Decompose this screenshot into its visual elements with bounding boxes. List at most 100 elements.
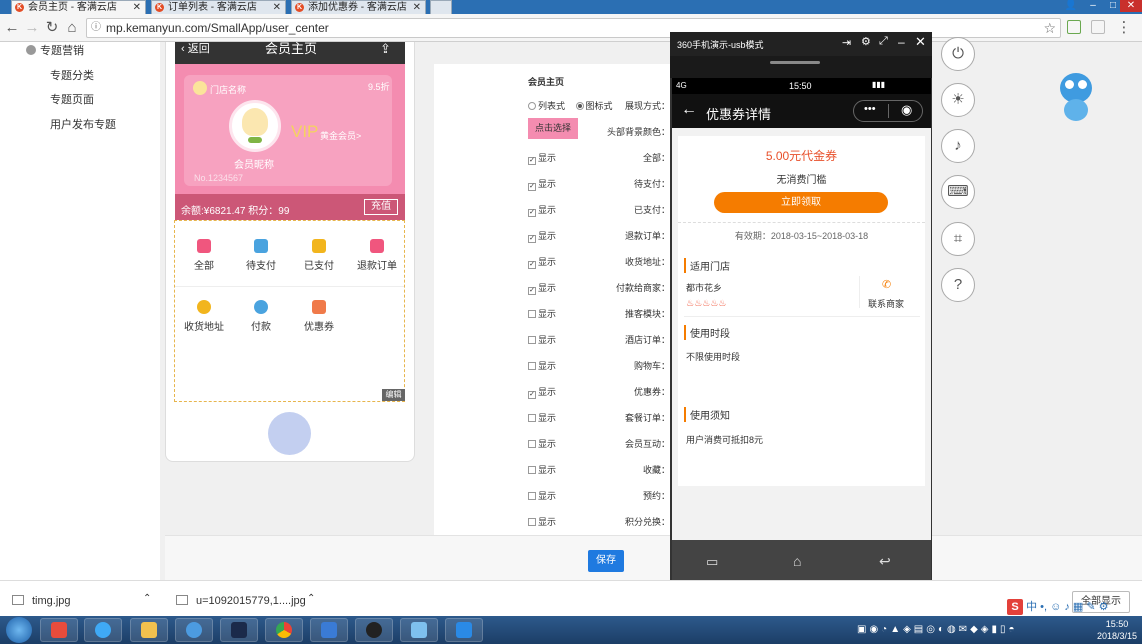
taskbar-app[interactable] <box>40 618 78 642</box>
checkbox[interactable] <box>528 336 536 344</box>
taskbar-app[interactable] <box>355 618 393 642</box>
show-checkbox[interactable]: 显示 <box>528 359 556 372</box>
more-dots-icon[interactable]: ••• <box>864 103 876 115</box>
keyboard-icon[interactable]: ⌨ <box>941 175 975 209</box>
show-checkbox[interactable]: ✓ 显示 <box>528 281 556 295</box>
window-close-icon[interactable]: ✕ <box>1120 0 1142 12</box>
show-checkbox[interactable]: 显示 <box>528 463 556 476</box>
sidebar-section-marketing[interactable]: 专题营销 <box>26 42 84 58</box>
grid-item-pending[interactable]: 待支付 <box>233 239 289 272</box>
edit-button[interactable]: 编辑 <box>382 389 405 401</box>
close-icon[interactable]: ✕ <box>273 1 281 14</box>
show-checkbox[interactable]: ✓ 显示 <box>528 151 556 165</box>
checkbox[interactable]: ✓ <box>528 157 536 165</box>
show-checkbox[interactable]: 显示 <box>528 437 556 450</box>
color-picker-button[interactable]: 点击选择 <box>528 118 578 139</box>
grid-item-pay[interactable]: 付款 <box>233 300 289 333</box>
taskbar-app[interactable] <box>400 618 438 642</box>
taskbar-app[interactable] <box>175 618 213 642</box>
back-icon[interactable]: ← <box>4 19 20 37</box>
save-button[interactable]: 保存 <box>588 550 624 572</box>
tab-member-home[interactable]: K 会员主页 - 客满云店 ✕ <box>11 0 146 14</box>
checkbox[interactable]: ✓ <box>528 391 536 399</box>
checkbox[interactable] <box>528 466 536 474</box>
show-checkbox[interactable]: 显示 <box>528 333 556 346</box>
recent-apps-icon[interactable]: ▭ <box>706 554 718 570</box>
download-item[interactable]: timg.jpg ⌃ <box>12 593 162 609</box>
close-icon[interactable]: ✕ <box>133 1 141 14</box>
close-icon[interactable]: ✕ <box>413 1 421 14</box>
clock[interactable]: 15:50 2018/3/15 <box>1094 618 1140 642</box>
sidebar-item-user-topic[interactable]: 用户发布专题 <box>50 116 116 132</box>
checkbox[interactable]: ✓ <box>528 235 536 243</box>
grid-item-coupon[interactable]: 优惠券 <box>291 300 347 333</box>
extension-icon[interactable] <box>1091 20 1105 34</box>
show-checkbox[interactable]: 显示 <box>528 515 556 528</box>
checkbox[interactable] <box>528 362 536 370</box>
back-arrow-icon[interactable]: ← <box>681 100 697 120</box>
taskbar-ie[interactable] <box>84 618 122 642</box>
forward-icon[interactable]: → <box>24 19 40 37</box>
close-icon[interactable]: ✕ <box>915 34 926 50</box>
start-button[interactable] <box>6 617 32 643</box>
system-tray-icons[interactable]: ▣◉◔▲◈▤◎◐◍✉◆◈▮▯◓ <box>857 624 1018 635</box>
checkbox[interactable]: ✓ <box>528 261 536 269</box>
minimize-icon[interactable]: – <box>1082 0 1104 12</box>
show-checkbox[interactable]: ✓ 显示 <box>528 203 556 217</box>
power-icon[interactable]: ⏻ <box>941 37 975 71</box>
checkbox[interactable] <box>528 310 536 318</box>
taskbar-app[interactable] <box>310 618 348 642</box>
show-checkbox[interactable]: ✓ 显示 <box>528 385 556 399</box>
extension-icon[interactable] <box>1067 20 1081 34</box>
tab-order-list[interactable]: K 订单列表 - 客满云店 ✕ <box>151 0 286 14</box>
user-icon[interactable]: 👤 <box>1060 0 1082 12</box>
claim-button[interactable]: 立即领取 <box>714 192 888 213</box>
radio-icon-mode[interactable]: 图标式 <box>575 101 613 111</box>
screen-cast-icon[interactable]: ⇥ <box>842 36 851 49</box>
bookmark-star-icon[interactable]: ☆ <box>1043 20 1056 37</box>
menu-icon[interactable]: ⋮ <box>1116 19 1132 37</box>
checkbox[interactable]: ✓ <box>528 209 536 217</box>
page-info-icon[interactable]: ⓘ <box>91 22 102 34</box>
brightness-icon[interactable]: ☀ <box>941 83 975 117</box>
tab-add-coupon[interactable]: K 添加优惠券 - 客满云店 ✕ <box>291 0 426 14</box>
ime-toolbar[interactable]: S 中 •, ☺ ♪ ▦ ✎ ⚙ <box>1007 598 1133 616</box>
show-checkbox[interactable]: ✓ 显示 <box>528 255 556 269</box>
checkbox[interactable] <box>528 492 536 500</box>
help-icon[interactable]: ? <box>941 268 975 302</box>
back-icon[interactable]: ↩ <box>879 553 891 570</box>
grid-item-all[interactable]: 全部 <box>176 239 232 272</box>
taskbar-explorer[interactable] <box>130 618 168 642</box>
show-checkbox[interactable]: 显示 <box>528 411 556 424</box>
vip-level-link[interactable]: 黄金会员> <box>320 129 361 142</box>
taskbar-photoshop[interactable] <box>220 618 258 642</box>
mascot-icon[interactable] <box>1058 71 1094 123</box>
radio-list[interactable]: 列表式 <box>528 101 565 111</box>
chevron-up-icon[interactable]: ⌃ <box>307 593 315 604</box>
phone-icon[interactable]: ✆ <box>882 278 891 291</box>
sidebar-item-topic-page[interactable]: 专题页面 <box>50 91 94 107</box>
reload-icon[interactable]: ↻ <box>44 19 60 37</box>
contact-merchant[interactable]: 联系商家 <box>868 297 904 310</box>
checkbox[interactable]: ✓ <box>528 183 536 191</box>
taskbar-chrome[interactable] <box>265 618 303 642</box>
recharge-button[interactable]: 充值 <box>364 199 398 215</box>
show-checkbox[interactable]: 显示 <box>528 307 556 320</box>
volume-icon[interactable]: ♪ <box>941 129 975 163</box>
crop-icon[interactable]: ⌗ <box>941 222 975 256</box>
preview-back[interactable]: ‹ 返回 <box>181 42 210 56</box>
home-icon[interactable]: ⌂ <box>64 19 80 37</box>
show-checkbox[interactable]: 显示 <box>528 489 556 502</box>
home-icon[interactable]: ⌂ <box>793 553 801 569</box>
home-circle-button[interactable] <box>268 412 311 455</box>
taskbar-app[interactable] <box>445 618 483 642</box>
checkbox[interactable] <box>528 414 536 422</box>
grid-item-refund[interactable]: 退款订单 <box>349 239 405 272</box>
checkbox[interactable] <box>528 518 536 526</box>
grid-item-paid[interactable]: 已支付 <box>291 239 347 272</box>
gear-icon[interactable]: ⚙ <box>861 35 871 48</box>
fullscreen-icon[interactable]: ⤢ <box>879 35 888 48</box>
checkbox[interactable]: ✓ <box>528 287 536 295</box>
share-icon[interactable]: ⇪ <box>380 42 391 55</box>
grid-item-address[interactable]: 收货地址 <box>176 300 232 333</box>
